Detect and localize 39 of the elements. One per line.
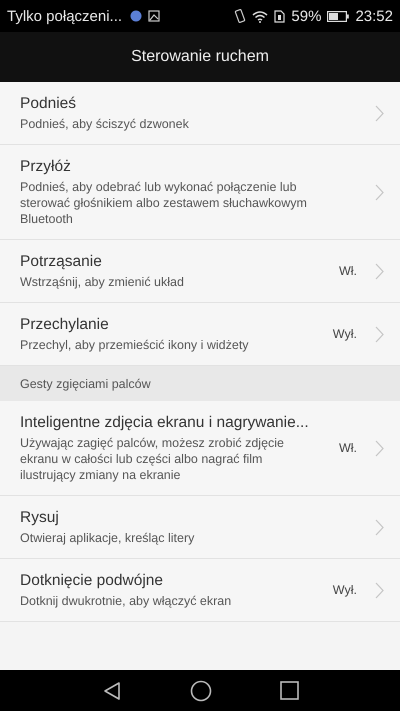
item-title: Przechylanie [20,316,110,334]
item-description: Wstrząśnij, aby zmienić układ [20,274,185,290]
wifi-icon [252,10,268,22]
status-value: Wył. [332,327,357,341]
sim-card-icon [274,10,286,22]
recents-icon[interactable] [280,681,298,700]
battery-percentage: 59% [291,8,322,24]
chevron-icon [375,582,384,598]
app-icon [130,10,142,22]
chevron-icon [375,262,384,280]
chevron-icon [375,184,384,200]
chevron-icon [375,440,384,456]
item-description: Otwieraj aplikacje, kreśląc litery [20,530,196,546]
item-description: Podnieś, aby ściszyć dzwonek [20,116,190,132]
item-description: Podnieś, aby odebrać lub wykonać połączenie lub sterować głośnikiem albo zestawem słuchawkowym Bluetooth [20,179,308,227]
status-value: Wł. [338,441,357,455]
section-header: Gesty zgięciami palców [0,366,400,401]
item-title: Rysuj [20,509,60,527]
item-title: Potrząsanie [20,253,103,271]
battery-icon [327,10,350,22]
clock-time: 23:52 [355,8,393,24]
home-icon[interactable] [190,680,212,702]
chevron-icon [375,326,384,342]
item-title: Inteligentne zdjęcia ekranu i nagrywanie... [20,414,310,432]
screen-title: Sterowanie ruchem [131,48,269,66]
item-title: Dotknięcie podwójne [20,572,164,590]
item-title: Podnieś [20,95,78,113]
back-icon[interactable] [102,680,122,700]
item-description: Dotknij dwukrotnie, aby włączyć ekran [20,593,232,609]
image-icon [148,10,160,22]
item-description: Przechyl, aby przemieścić ikony i widżety [20,337,250,353]
status-value: Wył. [332,583,357,597]
chevron-icon [375,518,384,536]
item-title: Przyłóż [20,158,72,176]
item-description: Używając zagięć palców, możesz zrobić zdjęcie ekranu w całości lub części albo nagrać film ilustrujący zmiany na ekranie [20,435,285,483]
vibrate-icon [234,9,246,23]
status-value: Wł. [338,264,357,278]
chevron-icon [375,104,384,122]
notification-text: Tylko połączeni... [7,8,122,24]
